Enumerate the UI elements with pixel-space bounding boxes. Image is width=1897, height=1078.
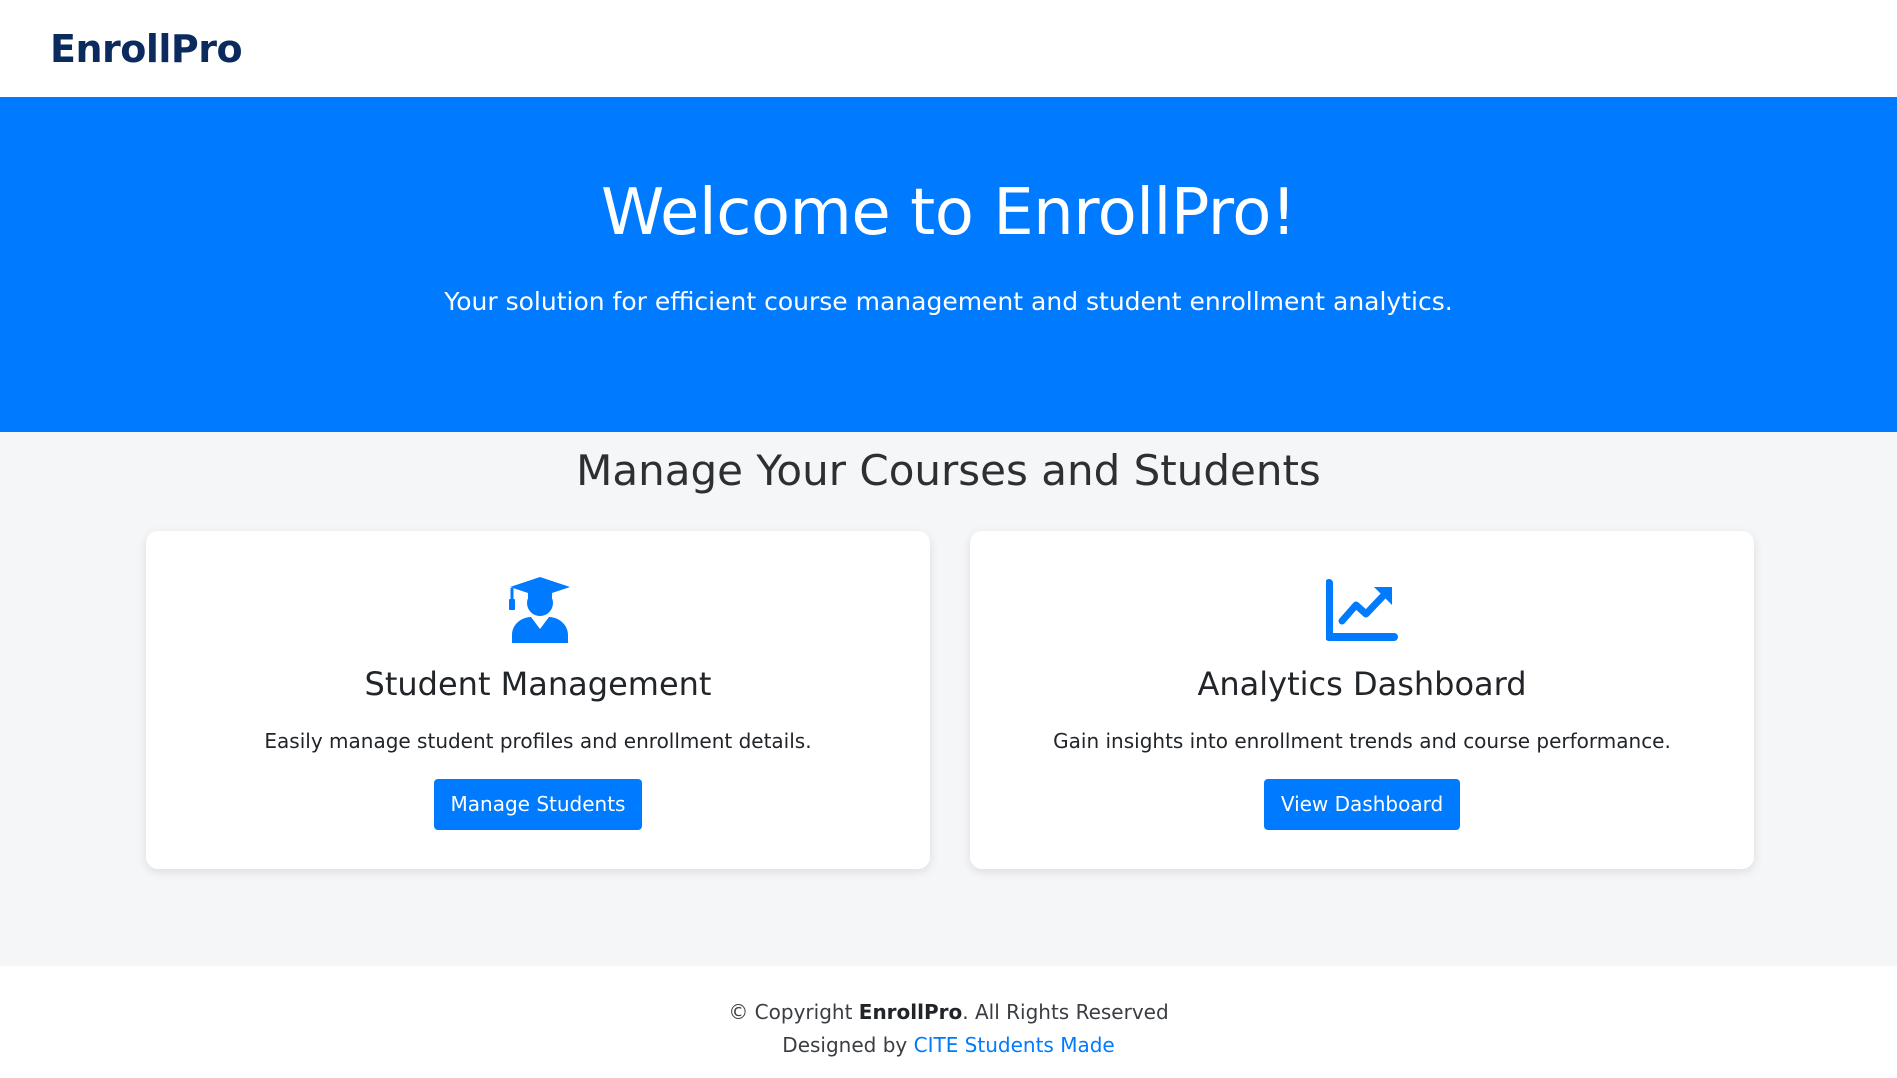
copyright-line: © Copyright EnrollPro. All Rights Reserv… (0, 996, 1897, 1029)
hero-section: Welcome to EnrollPro! Your solution for … (0, 97, 1897, 432)
card-description: Gain insights into enrollment trends and… (1053, 729, 1671, 754)
copyright-suffix: . All Rights Reserved (962, 1000, 1169, 1024)
card-title: Student Management (364, 665, 712, 703)
credits-prefix: Designed by (782, 1033, 914, 1057)
brand-logo[interactable]: EnrollPro (50, 27, 243, 71)
top-navbar: EnrollPro (0, 0, 1897, 97)
hero-title: Welcome to EnrollPro! (601, 176, 1297, 250)
section-title: Manage Your Courses and Students (576, 446, 1321, 495)
analytics-dashboard-card: Analytics Dashboard Gain insights into e… (970, 531, 1754, 869)
copyright-prefix: © Copyright (728, 1000, 859, 1024)
feature-cards: Student Management Easily manage student… (146, 531, 1754, 869)
credits-line: Designed by CITE Students Made (0, 1029, 1897, 1062)
credits-link[interactable]: CITE Students Made (914, 1033, 1115, 1057)
hero-subtitle: Your solution for efficient course manag… (444, 286, 1453, 316)
copyright-brand: EnrollPro (858, 1000, 963, 1024)
view-dashboard-button[interactable]: View Dashboard (1263, 779, 1461, 831)
card-title: Analytics Dashboard (1197, 665, 1527, 703)
features-section: Manage Your Courses and Students Student… (0, 432, 1897, 966)
card-description: Easily manage student profiles and enrol… (264, 729, 812, 754)
student-management-card: Student Management Easily manage student… (146, 531, 930, 869)
chart-line-icon (1326, 575, 1398, 643)
manage-students-button[interactable]: Manage Students (433, 779, 643, 831)
footer: © Copyright EnrollPro. All Rights Reserv… (0, 966, 1897, 1078)
graduate-icon (502, 575, 574, 643)
